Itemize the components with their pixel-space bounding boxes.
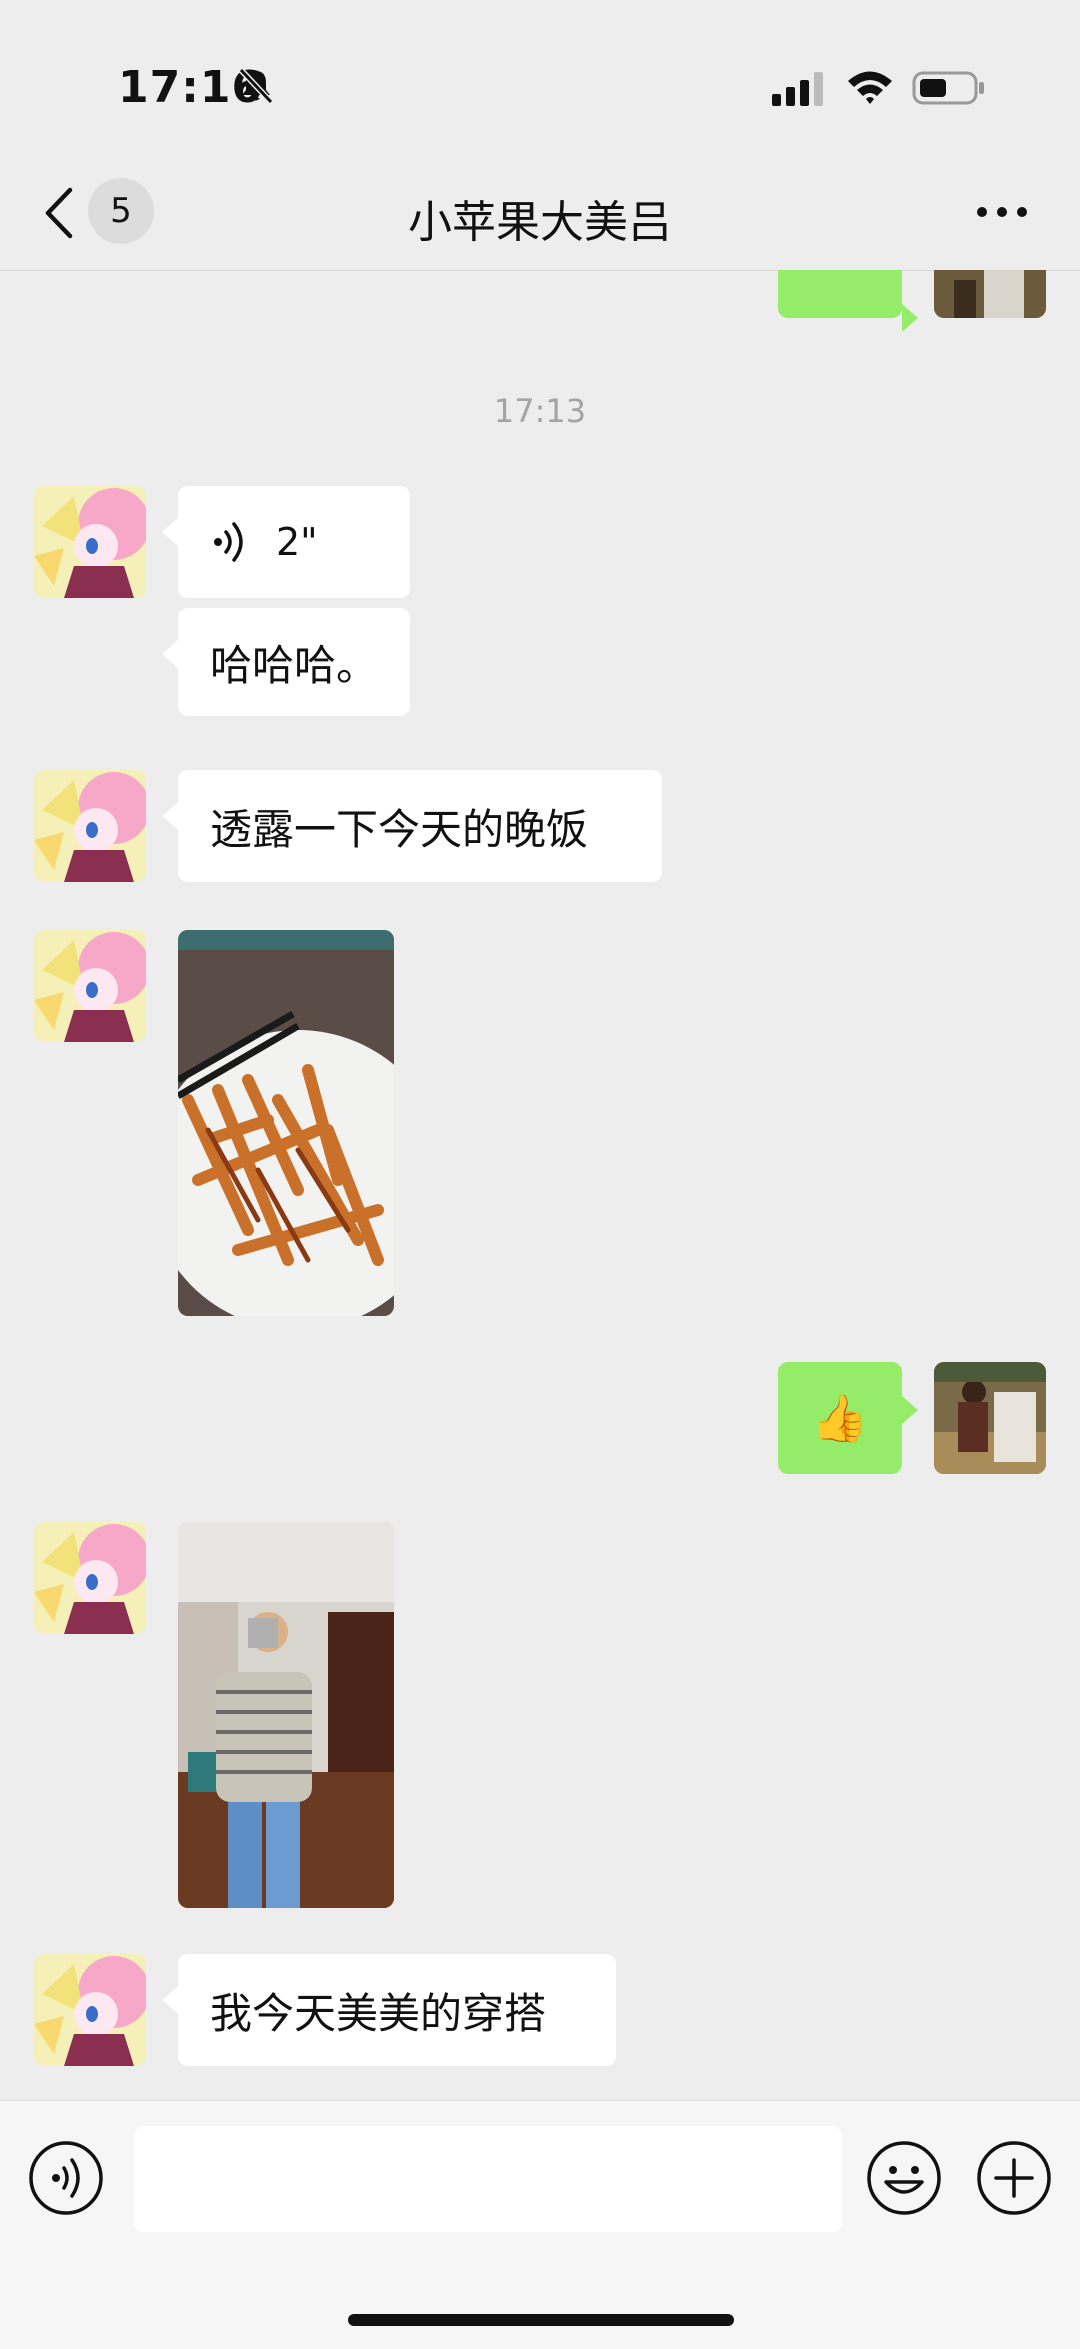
message-text: 哈哈哈。 [210, 640, 379, 690]
bell-slash-icon [238, 67, 274, 105]
dinner-photo[interactable] [178, 930, 394, 1316]
message-text: 我今天美美的穿搭 [210, 1988, 547, 2038]
contact-avatar[interactable] [34, 1954, 146, 2066]
message-input[interactable] [134, 2126, 842, 2232]
message-bubble[interactable]: 透露一下今天的晚饭 [162, 770, 662, 882]
contact-avatar[interactable] [34, 1522, 146, 1634]
contact-avatar[interactable] [34, 930, 146, 1042]
timestamp: 17:13 [493, 392, 587, 430]
wifi-icon [848, 71, 892, 104]
home-indicator[interactable] [348, 2314, 734, 2326]
previous-outgoing-bubble[interactable] [778, 270, 918, 332]
voice-icon[interactable] [28, 2140, 104, 2216]
voice-wave-icon [214, 522, 243, 562]
cellular-signal-icon [772, 72, 823, 106]
my-avatar[interactable] [934, 1362, 1046, 1474]
ellipsis-icon[interactable] [974, 200, 1030, 224]
outgoing-message-bubble[interactable]: 👍 [778, 1362, 918, 1474]
battery-icon [912, 71, 984, 105]
message-text: 透露一下今天的晚饭 [210, 804, 589, 854]
message-bubble[interactable]: 哈哈哈。 [162, 608, 410, 716]
contact-avatar[interactable] [34, 770, 146, 882]
outfit-selfie-photo[interactable] [178, 1522, 394, 1908]
chat-title: 小苹果大美吕 [408, 197, 672, 248]
nav-divider [0, 270, 1080, 271]
my-avatar-partial[interactable] [934, 270, 1046, 318]
voice-duration: 2" [276, 520, 318, 564]
contact-avatar[interactable] [34, 486, 146, 598]
voice-message-bubble[interactable]: 2" [162, 486, 410, 598]
thumbs-up-emoji: 👍 [811, 1390, 869, 1445]
message-bubble[interactable]: 我今天美美的穿搭 [162, 1954, 616, 2066]
plus-circle-icon[interactable] [976, 2140, 1052, 2216]
smiley-icon[interactable] [866, 2140, 942, 2216]
